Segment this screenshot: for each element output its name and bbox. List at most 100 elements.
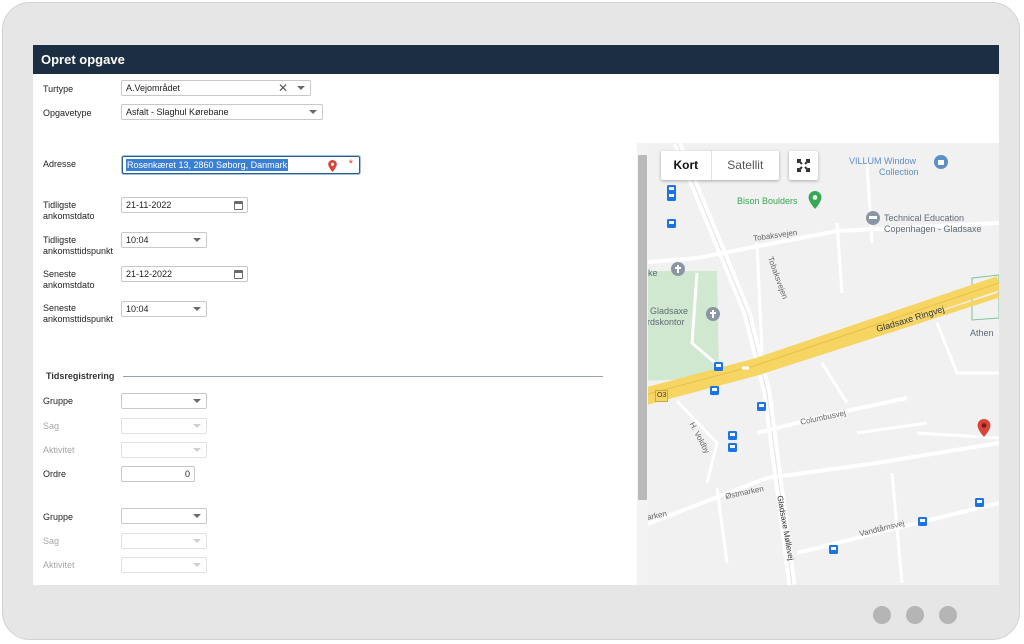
bus-stop-icon[interactable] (829, 545, 838, 554)
address-input[interactable]: Rosenkæret 13, 2860 Søborg, Danmark * (122, 156, 360, 174)
opgavetype-select[interactable]: Asfalt - Slaghul Kørebane (121, 104, 323, 120)
label-line: Tidligste (43, 235, 77, 245)
bus-stop-icon[interactable] (667, 219, 676, 228)
tidsregistrering-heading: Tidsregistrering (46, 371, 115, 381)
sag-label: Sag (43, 421, 60, 431)
ordre-label: Ordre (43, 469, 67, 479)
pager-dot[interactable] (873, 606, 891, 624)
aktivitet-label: Aktivitet (43, 445, 75, 455)
place-pin-icon[interactable] (808, 191, 822, 209)
bus-stop-icon[interactable] (710, 386, 719, 395)
turtype-label: Turtype (43, 84, 74, 94)
label-line: ankomstdato (43, 211, 95, 221)
gruppe-select[interactable] (121, 393, 207, 409)
calendar-icon[interactable] (234, 270, 243, 279)
map-type-control: Kort Satellit (661, 151, 779, 180)
poi-label: Technical Education (884, 213, 965, 223)
map-pin-icon[interactable] (328, 159, 337, 177)
label-line: ankomsttidspunkt (43, 314, 114, 324)
chevron-down-icon[interactable] (193, 307, 201, 311)
bus-stop-icon[interactable] (757, 402, 766, 411)
tidligste-tid-select[interactable]: 10:04 (121, 232, 207, 248)
seneste-dato-input[interactable]: 21-12-2022 (121, 266, 248, 282)
label-line: ankomsttidspunkt (43, 246, 114, 256)
pager-dot[interactable] (906, 606, 924, 624)
scrollbar-thumb[interactable] (638, 155, 647, 500)
gruppe-label: Gruppe (43, 396, 74, 406)
poi-label: Collection (879, 167, 919, 177)
map-type-satellite[interactable]: Satellit (712, 151, 779, 180)
required-marker: * (348, 158, 353, 170)
road-number-label: O3 (655, 390, 669, 402)
gruppe-label: Gruppe (43, 512, 74, 522)
calendar-icon[interactable] (234, 201, 243, 210)
school-icon[interactable] (866, 211, 880, 225)
label-line: Tidligste (43, 200, 77, 210)
clear-icon[interactable]: ✕ (278, 81, 288, 95)
pager-dot[interactable] (939, 606, 957, 624)
chevron-down-icon[interactable] (193, 238, 201, 242)
museum-icon[interactable] (934, 155, 948, 169)
chevron-down-icon[interactable] (297, 86, 305, 90)
time-value: 10:04 (126, 235, 149, 245)
opgavetype-label: Opgavetype (43, 108, 92, 118)
bus-stop-icon[interactable] (728, 443, 737, 452)
seneste-tid-select[interactable]: 10:04 (121, 301, 207, 317)
fullscreen-icon (797, 159, 810, 172)
date-value: 21-11-2022 (126, 200, 172, 210)
chevron-down-icon[interactable] (309, 110, 317, 114)
adresse-label: Adresse (43, 159, 77, 169)
poi-label: Athen (970, 328, 994, 338)
bus-stop-icon[interactable] (918, 517, 927, 526)
tidligste-tid-label: Tidligste ankomsttidspunkt (43, 235, 113, 257)
scrollbar[interactable] (637, 143, 648, 585)
aktivitet-select (121, 557, 207, 573)
sag-label: Sag (43, 536, 60, 546)
church-icon[interactable] (706, 307, 720, 321)
fullscreen-button[interactable] (789, 151, 818, 180)
aktivitet-label: Aktivitet (43, 560, 75, 570)
chevron-down-icon (193, 563, 201, 567)
aktivitet-select (121, 442, 207, 458)
bus-stop-icon[interactable] (728, 431, 737, 440)
window-title: Opret opgave (33, 45, 999, 74)
poi-label: Copenhagen - Gladsaxe (884, 224, 982, 234)
poi-label: Gladsaxe (650, 306, 689, 316)
turtype-select[interactable]: A.Vejområdet ✕ (121, 80, 311, 96)
bus-stop-icon[interactable] (667, 192, 676, 201)
section-divider (123, 376, 603, 377)
location-pin-icon[interactable] (977, 419, 991, 437)
bus-stop-icon[interactable] (714, 362, 723, 371)
pager-dots (873, 606, 972, 624)
address-value: Rosenkæret 13, 2860 Søborg, Danmark (126, 159, 289, 171)
sag-select (121, 533, 207, 549)
chevron-down-icon (193, 448, 201, 452)
sag-select (121, 418, 207, 434)
tidligste-dato-label: Tidligste ankomstdato (43, 200, 95, 222)
app-screen: Opret opgave Turtype A.Vejområdet ✕ Opga… (33, 45, 999, 585)
ordre-input[interactable]: 0 (121, 466, 195, 482)
label-line: ankomstdato (43, 280, 95, 290)
tidligste-dato-input[interactable]: 21-11-2022 (121, 197, 248, 213)
chevron-down-icon (193, 539, 201, 543)
map-view[interactable]: VILLUM Window Collection Bison Boulders … (637, 143, 999, 585)
chevron-down-icon[interactable] (193, 514, 201, 518)
map-type-kort[interactable]: Kort (661, 151, 712, 180)
turtype-value: A.Vejområdet (126, 83, 181, 93)
label-line: Seneste (43, 269, 77, 279)
seneste-dato-label: Seneste ankomstdato (43, 269, 95, 291)
label-line: Seneste (43, 303, 77, 313)
church-icon[interactable] (671, 262, 685, 276)
seneste-tid-label: Seneste ankomsttidspunkt (43, 303, 113, 325)
chevron-down-icon[interactable] (193, 399, 201, 403)
poi-label: Bison Boulders (737, 196, 798, 206)
chevron-down-icon (193, 424, 201, 428)
date-value: 21-12-2022 (126, 269, 173, 279)
poi-label: VILLUM Window (849, 156, 917, 166)
bus-stop-icon[interactable] (975, 498, 984, 507)
map-canvas (637, 143, 999, 585)
device-frame: Opret opgave Turtype A.Vejområdet ✕ Opga… (2, 2, 1020, 640)
opgavetype-value: Asfalt - Slaghul Kørebane (126, 107, 229, 117)
gruppe-select[interactable] (121, 508, 207, 524)
time-value: 10:04 (126, 304, 149, 314)
